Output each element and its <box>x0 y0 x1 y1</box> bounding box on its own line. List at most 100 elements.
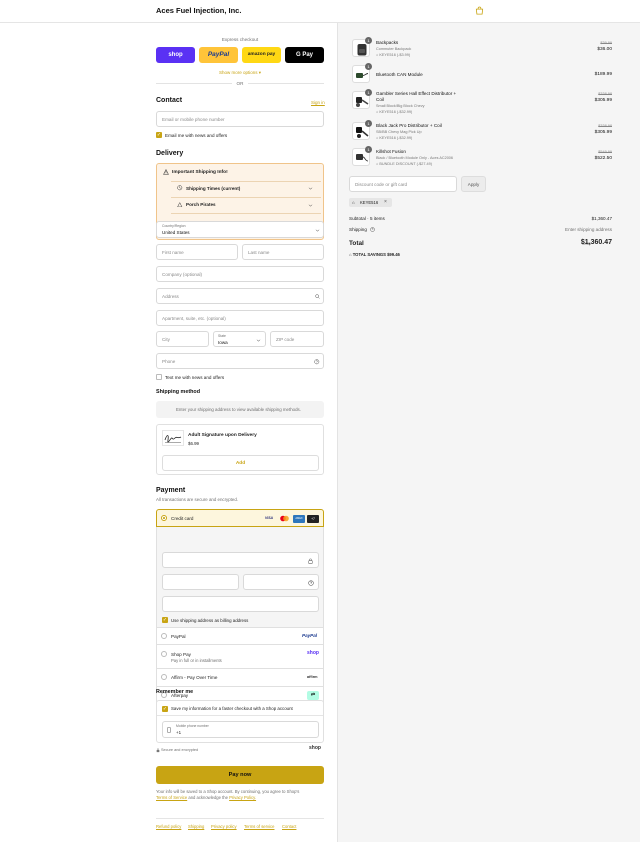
company-placeholder: Company (optional) <box>162 272 203 277</box>
quantity-badge: 1 <box>365 89 372 96</box>
show-more-options-link[interactable]: Show more options ▾ <box>156 70 324 76</box>
zip-field[interactable]: ZIP code <box>270 331 324 347</box>
notice-title: Important Shipping Info! <box>172 169 228 175</box>
terms-of-service-link[interactable]: Terms of Service <box>156 795 187 800</box>
shop-pay-button[interactable]: shop <box>156 47 195 63</box>
notice-item-shipping-times[interactable]: Shipping Times (current) <box>186 186 240 191</box>
discount-code-field[interactable]: Discount code or gift card <box>349 176 457 192</box>
paypal-option[interactable]: PayPal PayPal <box>156 627 324 645</box>
zip-placeholder: ZIP code <box>276 337 295 342</box>
shipping-link[interactable]: Shipping <box>188 824 204 829</box>
contact-title: Contact <box>156 97 183 104</box>
google-pay-button[interactable]: G Pay <box>285 47 324 63</box>
quantity-badge: 1 <box>365 146 372 153</box>
checkout-form: Express checkout shop PayPal amazon pay … <box>0 23 337 842</box>
terms-of-service-footer-link[interactable]: Terms of service <box>244 824 274 829</box>
text-offers-label: Text me with news and offers <box>165 374 225 380</box>
save-info-checkbox[interactable]: ✓ <box>162 705 168 712</box>
item-price: $305.99 <box>594 129 612 135</box>
address-field[interactable]: Address <box>156 288 324 304</box>
legal-text-part1: Your info will be saved to a Shop accoun… <box>156 789 300 794</box>
pay-now-button[interactable]: Pay now <box>156 766 324 784</box>
shop-pay-option[interactable]: Shop Pay Pay in full or in installments … <box>156 645 324 669</box>
subtotal-value: $1,360.47 <box>591 216 612 221</box>
item-price: $305.99 <box>594 97 612 103</box>
or-divider-label: OR <box>232 80 248 86</box>
affirm-radio[interactable] <box>161 674 167 680</box>
expiration-field[interactable] <box>162 574 239 590</box>
signature-icon <box>162 430 184 446</box>
help-icon[interactable] <box>314 359 320 365</box>
item-discount: ⌂ KEYE516 (-$32.99) <box>376 110 412 114</box>
name-on-card-field[interactable] <box>162 596 319 612</box>
addon-add-button[interactable]: Add <box>162 455 319 471</box>
credit-card-radio[interactable] <box>161 515 167 521</box>
mastercard-icon <box>280 515 289 522</box>
privacy-policy-link[interactable]: Privacy Policy. <box>229 795 256 800</box>
item-discount: ⌂ KEYE516 (-$3.99) <box>376 53 410 57</box>
paypal-logo: PayPal <box>302 633 318 638</box>
state-label: State <box>218 334 226 338</box>
item-name: Gambler Series Hall Effect Distributor +… <box>376 91 457 102</box>
store-name[interactable]: Aces Fuel Injection, Inc. <box>156 6 241 15</box>
item-variant: Commuter Backpack <box>376 46 412 51</box>
discount-placeholder: Discount code or gift card <box>355 182 408 187</box>
email-field[interactable]: Email or mobile phone number <box>156 111 324 127</box>
legal-text-part2: and acknowledge the <box>188 795 228 801</box>
afterpay-logo: ⇄ <box>307 691 319 700</box>
credit-card-option[interactable]: Credit card VISA AMEX +7 <box>156 509 324 527</box>
billing-same-checkbox[interactable]: ✓ <box>162 617 168 623</box>
apartment-placeholder: Apartment, suite, etc. (optional) <box>162 316 226 321</box>
refund-policy-link[interactable]: Refund policy <box>156 824 181 829</box>
sign-in-link[interactable]: Sign in <box>311 100 325 105</box>
item-price: $522.50 <box>594 155 612 161</box>
shop-pay-radio[interactable] <box>161 651 167 657</box>
address-placeholder: Address <box>162 294 179 299</box>
module-icon <box>356 154 369 162</box>
shop-logo: shop <box>307 650 319 656</box>
paypal-radio[interactable] <box>161 633 167 639</box>
notice-item-porch-pirates[interactable]: Porch Pirates <box>186 202 216 207</box>
help-icon[interactable] <box>370 227 375 232</box>
paypal-button[interactable]: PayPal <box>199 47 238 63</box>
chevron-down-icon[interactable] <box>308 186 313 191</box>
apply-button[interactable]: Apply <box>461 176 486 192</box>
amazon-pay-button[interactable]: amazon pay <box>242 47 281 63</box>
help-icon[interactable] <box>308 579 314 586</box>
clock-icon <box>177 185 183 191</box>
apartment-field[interactable]: Apartment, suite, etc. (optional) <box>156 310 324 326</box>
country-select[interactable]: Country/Region United States <box>156 221 324 238</box>
order-summary: 1 Backpacks Commuter Backpack ⌂ KEYE516 … <box>337 23 640 842</box>
mobile-value: +1 <box>176 730 182 735</box>
security-code-field[interactable] <box>243 574 319 590</box>
item-name: Black Jack Pro Distributor + Coil <box>376 123 442 128</box>
phone-field[interactable]: Phone <box>156 353 324 369</box>
mobile-phone-field[interactable]: Mobile phone number +1 <box>162 721 319 738</box>
last-name-field[interactable]: Last name <box>242 244 324 260</box>
privacy-policy-footer-link[interactable]: Privacy policy <box>211 824 237 829</box>
city-field[interactable]: City <box>156 331 209 347</box>
credit-card-label: Credit card <box>171 515 194 521</box>
contact-link[interactable]: Contact <box>282 824 296 829</box>
shop-pay-sub: Pay in full or in installments <box>171 658 222 663</box>
divider <box>157 715 323 716</box>
item-original-price: $338.98 <box>598 124 612 128</box>
legal-text: Your info will be saved to a Shop accoun… <box>156 789 324 802</box>
text-offers-checkbox[interactable] <box>156 374 162 380</box>
first-name-field[interactable]: First name <box>156 244 238 260</box>
state-select[interactable]: State Iowa <box>213 331 266 347</box>
addon-name: Adult Signature upon Delivery <box>188 433 257 438</box>
affirm-label: Affirm - Pay Over Time <box>171 675 218 680</box>
affirm-option[interactable]: Affirm - Pay Over Time affirm <box>156 669 324 687</box>
item-name: Backpacks <box>376 40 399 45</box>
remove-discount-icon[interactable]: × <box>384 199 387 205</box>
shipping-value: Enter shipping address <box>565 227 612 232</box>
chevron-down-icon[interactable] <box>308 203 313 208</box>
secure-label: Secure and encrypted <box>161 748 199 752</box>
card-number-field[interactable] <box>162 552 319 568</box>
affirm-logo: affirm <box>307 675 318 679</box>
company-field[interactable]: Company (optional) <box>156 266 324 282</box>
distributor-icon <box>356 127 369 138</box>
shopping-bag-icon[interactable] <box>475 6 484 15</box>
news-checkbox[interactable]: ✓ <box>156 132 162 138</box>
